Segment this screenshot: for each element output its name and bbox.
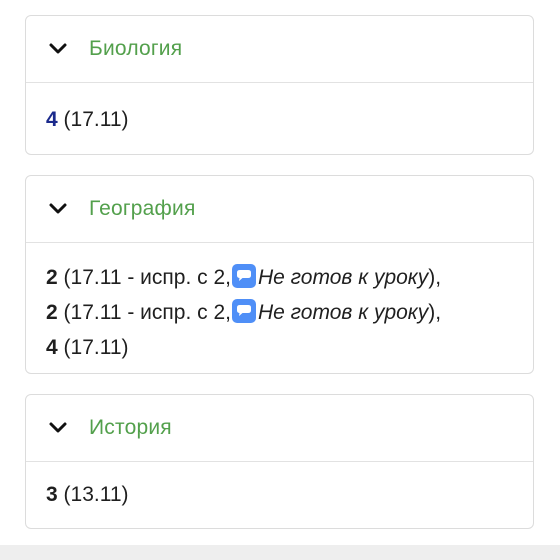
mark-comment: Не готов к уроку (257, 301, 429, 324)
subject-header-history[interactable]: История (26, 395, 533, 462)
mark-grade[interactable]: 2 (46, 301, 58, 324)
speech-bubble-icon[interactable] (231, 264, 256, 288)
chevron-down-icon[interactable] (48, 42, 68, 56)
mark-date: (17.11) (63, 336, 129, 359)
subject-title: Биология (89, 37, 183, 60)
mark-grade[interactable]: 4 (46, 336, 58, 359)
subject-title: История (89, 416, 172, 439)
mark-grade[interactable]: 3 (46, 483, 58, 506)
subject-card-biology: Биология 4 (17.11) (25, 15, 534, 155)
subject-card-history: История 3 (13.11) (25, 394, 534, 529)
mark-close: ), (428, 266, 442, 289)
mark-grade[interactable]: 2 (46, 266, 58, 289)
mark-close: ), (428, 301, 442, 324)
bottom-bar (0, 545, 560, 560)
marks-page: Биология 4 (17.11) География 2 (17.11 - … (0, 0, 560, 560)
subject-header-biology[interactable]: Биология (26, 16, 533, 83)
marks-list: 4 (17.11) (26, 83, 533, 137)
subject-header-geography[interactable]: География (26, 176, 533, 243)
chevron-down-icon[interactable] (48, 202, 68, 216)
mark-detail: (17.11 - испр. с 2, (63, 301, 231, 324)
mark-entry: 4 (17.11) (46, 102, 513, 137)
mark-date: (13.11) (63, 483, 129, 506)
speech-bubble-icon[interactable] (231, 299, 256, 323)
chevron-down-icon[interactable] (48, 421, 68, 435)
mark-date: (17.11) (63, 108, 129, 131)
marks-list: 3 (13.11) (26, 462, 533, 512)
mark-entry: 2 (17.11 - испр. с 2, Не готов к уроку), (46, 295, 513, 330)
mark-detail: (17.11 - испр. с 2, (63, 266, 231, 289)
marks-list: 2 (17.11 - испр. с 2, Не готов к уроку), … (26, 243, 533, 365)
mark-comment: Не готов к уроку (257, 266, 429, 289)
mark-entry: 3 (13.11) (46, 477, 513, 512)
mark-entry: 4 (17.11) (46, 330, 513, 365)
mark-grade[interactable]: 4 (46, 108, 58, 131)
subject-card-geography: География 2 (17.11 - испр. с 2, Не готов … (25, 175, 534, 374)
mark-entry: 2 (17.11 - испр. с 2, Не готов к уроку), (46, 260, 513, 295)
subject-title: География (89, 197, 196, 220)
